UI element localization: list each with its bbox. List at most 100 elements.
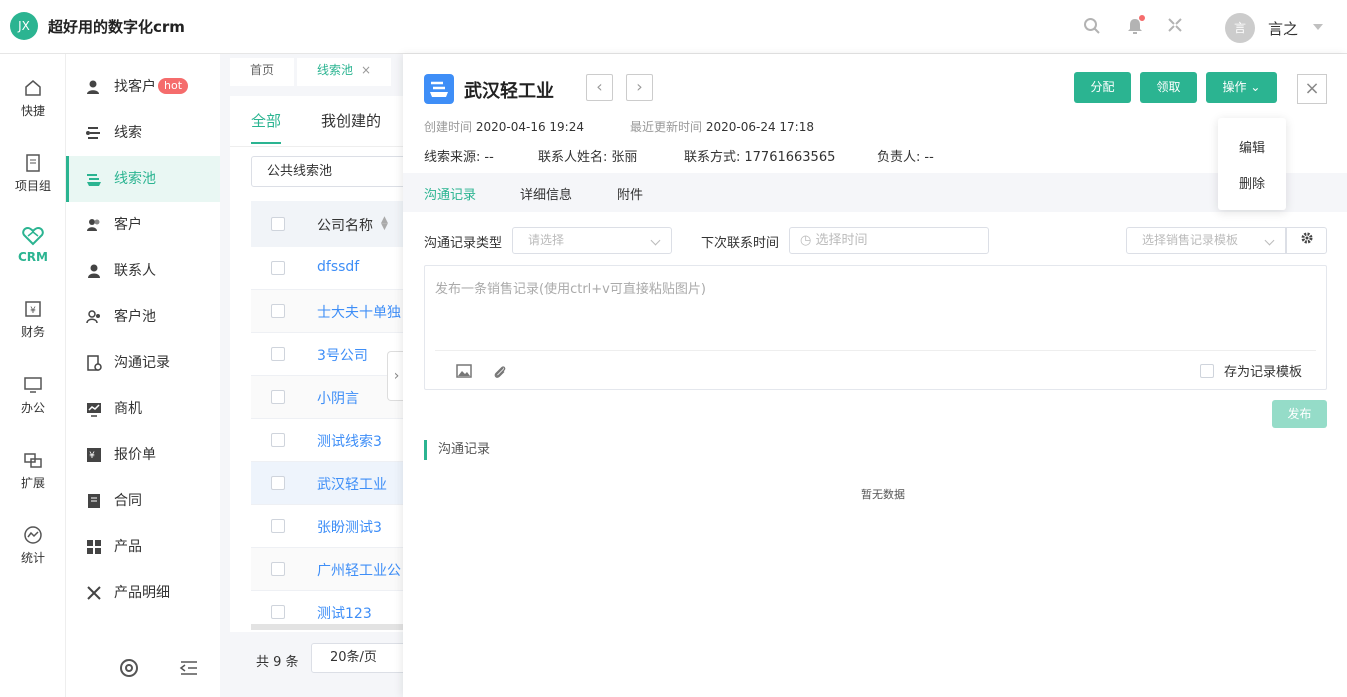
company-link[interactable]: 测试线索3 <box>317 431 382 451</box>
table-row[interactable]: 小阴言 <box>251 376 403 419</box>
row-checkbox[interactable] <box>271 476 285 490</box>
row-checkbox[interactable] <box>271 261 285 275</box>
user-avatar[interactable]: 言 <box>1225 13 1255 43</box>
company-link[interactable]: 小阴言 <box>317 388 359 408</box>
select-all-checkbox[interactable] <box>271 217 285 231</box>
sidebar-item-contacts[interactable]: 联系人 <box>66 248 220 294</box>
sidebar-item-opportunity[interactable]: 商机 <box>66 386 220 432</box>
close-icon[interactable]: × <box>1297 74 1327 104</box>
phone-label: 联系方式: <box>684 150 741 165</box>
fullscreen-icon[interactable] <box>1167 17 1187 37</box>
page-size-select[interactable]: 20条/页 <box>311 643 403 673</box>
pagination: 共 9 条 20条/页 <box>230 632 403 697</box>
table-row[interactable]: 士大夫十单独 <box>251 290 403 333</box>
rail-label: CRM <box>18 250 48 264</box>
rail-item-shortcut[interactable]: 快捷 <box>0 78 66 119</box>
sort-icon[interactable]: ▲ ▼ <box>381 216 388 232</box>
rail-item-office[interactable]: 办公 <box>0 375 66 416</box>
company-link[interactable]: dfssdf <box>317 259 359 275</box>
rail-item-project[interactable]: 项目组 <box>0 153 66 194</box>
user-name[interactable]: 言之 <box>1268 18 1298 39</box>
prev-record-button[interactable]: ‹ <box>586 74 613 101</box>
tab-attachments[interactable]: 附件 <box>617 184 643 203</box>
table-row[interactable]: dfssdf <box>251 247 403 290</box>
publish-button[interactable]: 发布 <box>1272 400 1327 428</box>
claim-button[interactable]: 领取 <box>1140 72 1197 103</box>
close-tab-icon[interactable]: × <box>361 63 371 77</box>
table-row-selected[interactable]: 武汉轻工业 <box>251 462 403 505</box>
sidebar-item-product-detail[interactable]: 产品明细 <box>66 570 220 616</box>
sidebar-item-product[interactable]: 产品 <box>66 524 220 570</box>
company-link[interactable]: 士大夫十单独 <box>317 302 401 322</box>
sidebar-item-leads[interactable]: 线索 <box>66 110 220 156</box>
actions-button[interactable]: 操作 ⌄ <box>1206 72 1277 103</box>
delete-menu-item[interactable]: 删除 <box>1218 173 1286 192</box>
sidebar-item-customers[interactable]: 客户 <box>66 202 220 248</box>
chevron-down-icon[interactable] <box>1313 24 1323 30</box>
sidebar-item-label: 商机 <box>114 401 142 417</box>
column-company-name[interactable]: 公司名称 <box>317 215 373 235</box>
customers-icon <box>87 219 100 231</box>
rail-item-stats[interactable]: 统计 <box>0 525 66 566</box>
next-contact-picker[interactable]: ◷ 选择时间 <box>789 227 989 254</box>
image-upload-icon[interactable] <box>456 364 472 380</box>
company-link[interactable]: 3号公司 <box>317 345 368 365</box>
record-type-select[interactable]: 请选择 <box>512 227 672 254</box>
sidebar-item-communication[interactable]: 沟通记录 <box>66 340 220 386</box>
edit-menu-item[interactable]: 编辑 <box>1218 137 1286 156</box>
row-checkbox[interactable] <box>271 605 285 619</box>
leads-icon <box>86 127 100 139</box>
tab-communication[interactable]: 沟通记录 <box>424 184 476 203</box>
template-settings-button[interactable] <box>1286 227 1327 254</box>
sidebar-item-quotation[interactable]: ¥ 报价单 <box>66 432 220 478</box>
tab-home[interactable]: 首页 <box>230 58 295 86</box>
table-row[interactable]: 测试线索3 <box>251 419 403 462</box>
created-time: 创建时间 2020-04-16 19:24 <box>424 118 584 135</box>
sidebar-item-contract[interactable]: 合同 <box>66 478 220 524</box>
assign-button[interactable]: 分配 <box>1074 72 1131 103</box>
company-link[interactable]: 武汉轻工业 <box>317 474 387 494</box>
company-link[interactable]: 张盼测试3 <box>317 517 382 537</box>
row-checkbox[interactable] <box>271 519 285 533</box>
sidebar-item-customer-pool[interactable]: 客户池 <box>66 294 220 340</box>
company-link[interactable]: 广州轻工业公 <box>317 560 401 580</box>
pool-select[interactable]: 公共线索池 <box>251 156 403 187</box>
horizontal-scrollbar[interactable] <box>251 624 403 630</box>
record-editor[interactable]: 发布一条销售记录(使用ctrl+v可直接粘贴图片) 存为记录模板 <box>424 265 1327 390</box>
stats-icon <box>24 526 42 544</box>
customer-pool-icon <box>86 310 100 324</box>
row-checkbox[interactable] <box>271 390 285 404</box>
rail-item-extend[interactable]: 扩展 <box>0 450 66 491</box>
row-checkbox[interactable] <box>271 347 285 361</box>
table-row[interactable]: 张盼测试3 <box>251 505 403 548</box>
row-checkbox[interactable] <box>271 433 285 447</box>
collapse-menu-icon[interactable] <box>179 658 199 678</box>
sidebar-item-lead-pool[interactable]: 线索池 <box>66 156 220 202</box>
company-link[interactable]: 测试123 <box>317 603 372 623</box>
next-record-button[interactable]: › <box>626 74 653 101</box>
table-header: 公司名称 ▲ ▼ <box>251 201 403 247</box>
hot-badge: hot <box>158 78 189 94</box>
save-template-option[interactable]: 存为记录模板 <box>1200 361 1302 380</box>
rail-item-finance[interactable]: ¥ 财务 <box>0 299 66 340</box>
tab-lead-pool[interactable]: 线索池 × <box>297 58 392 86</box>
search-icon[interactable] <box>1083 17 1103 37</box>
table-row[interactable]: 3号公司 <box>251 333 403 376</box>
source-label: 线索来源: <box>424 150 481 165</box>
row-checkbox[interactable] <box>271 562 285 576</box>
save-template-checkbox[interactable] <box>1200 364 1214 378</box>
rail-item-crm[interactable]: CRM <box>0 226 66 264</box>
row-checkbox[interactable] <box>271 304 285 318</box>
document-icon <box>26 154 40 172</box>
lead-pool-icon <box>87 174 101 186</box>
attachment-icon[interactable] <box>492 364 508 380</box>
sidebar-item-find-customer[interactable]: 找客户 hot <box>66 64 220 110</box>
contact-phone: 联系方式: 17761663565 <box>684 146 835 165</box>
contact-name: 联系人姓名: 张丽 <box>538 146 637 165</box>
settings-circle-icon[interactable] <box>119 658 139 678</box>
table-row[interactable]: 广州轻工业公 <box>251 548 403 591</box>
tab-my-created[interactable]: 我创建的 <box>321 110 381 131</box>
tab-all[interactable]: 全部 <box>251 110 281 131</box>
template-select[interactable]: 选择销售记录模板 <box>1126 227 1286 254</box>
tab-details[interactable]: 详细信息 <box>520 184 572 203</box>
